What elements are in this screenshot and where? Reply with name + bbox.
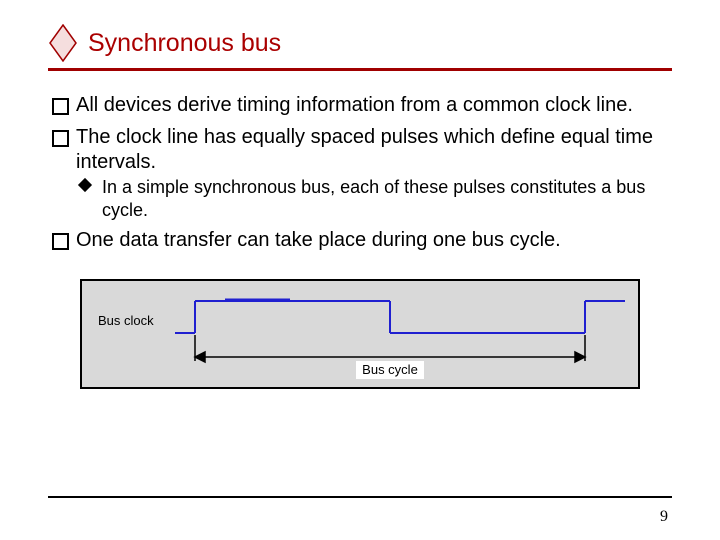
title-underline xyxy=(48,68,672,71)
slide-title: Synchronous bus xyxy=(88,29,281,58)
bullet-content: All devices derive timing information fr… xyxy=(48,93,672,253)
bullet-3: One data transfer can take place during … xyxy=(48,228,672,254)
slide: Synchronous bus All devices derive timin… xyxy=(0,0,720,540)
timing-diagram: Bus clock xyxy=(80,279,640,394)
page-number: 9 xyxy=(660,508,668,526)
bullet-2a-text: In a simple synchronous bus, each of the… xyxy=(102,177,645,220)
bullet-2-text: The clock line has equally spaced pulses… xyxy=(76,126,653,174)
bus-cycle-label: Bus cycle xyxy=(362,362,418,377)
bullet-1: All devices derive timing information fr… xyxy=(48,93,672,119)
bullet-2: The clock line has equally spaced pulses… xyxy=(48,125,672,222)
bullet-2a: In a simple synchronous bus, each of the… xyxy=(76,176,672,222)
title-row: Synchronous bus xyxy=(48,24,672,62)
diamond-icon xyxy=(48,24,78,62)
bus-clock-label: Bus clock xyxy=(98,313,154,328)
footer-rule xyxy=(48,496,672,498)
bullet-1-text: All devices derive timing information fr… xyxy=(76,94,633,116)
bullet-3-text: One data transfer can take place during … xyxy=(76,229,561,251)
bus-clock-svg: Bus clock xyxy=(80,279,640,389)
